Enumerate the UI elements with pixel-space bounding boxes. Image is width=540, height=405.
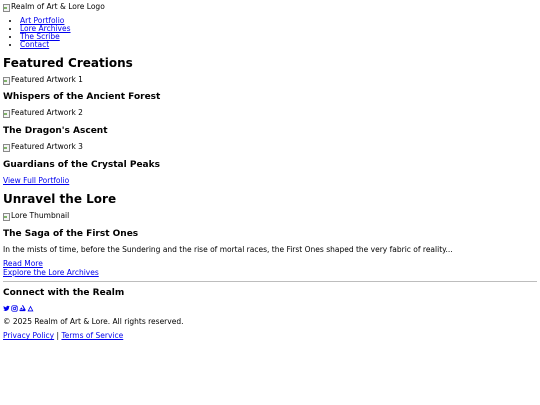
featured-item: Featured Artwork 1 Whispers of the Ancie…	[3, 74, 537, 104]
lore-excerpt: In the mists of time, before the Sunderi…	[3, 244, 453, 254]
nav-item-lore-archives: Lore Archives	[20, 24, 537, 33]
main-nav: Art Portfolio Lore Archives The Scribe C…	[3, 16, 537, 49]
lore-thumbnail: Lore Thumbnail	[3, 211, 70, 222]
social-icons	[3, 305, 537, 313]
nav-item-contact: Contact	[20, 40, 537, 49]
featured-artwork-alt-text: Featured Artwork 3	[11, 142, 83, 152]
lore-title: The Saga of the First Ones	[3, 228, 139, 239]
featured-artwork-title: Whispers of the Ancient Forest	[3, 92, 161, 103]
twitter-icon[interactable]	[3, 305, 10, 312]
privacy-policy-link[interactable]: Privacy Policy	[3, 331, 54, 340]
featured-artwork-image[interactable]: Featured Artwork 3	[3, 142, 83, 152]
site-logo-alt-text: Realm of Art & Lore Logo	[11, 2, 105, 12]
artstation-icon[interactable]	[19, 305, 26, 312]
broken-image-icon	[3, 143, 10, 152]
featured-section: Featured Creations Featured Artwork 1 Wh…	[3, 56, 537, 186]
footer-heading: Connect with the Realm	[3, 287, 125, 298]
nav-link-contact[interactable]: Contact	[20, 40, 49, 49]
featured-heading: Featured Creations	[3, 55, 133, 70]
site-header: Realm of Art & Lore Logo Art Portfolio L…	[3, 3, 537, 49]
site-logo: Realm of Art & Lore Logo	[3, 3, 105, 12]
explore-lore-archives-link[interactable]: Explore the Lore Archives	[3, 268, 537, 278]
copyright-text: © 2025 Realm of Art & Lore. All rights r…	[3, 316, 184, 326]
terms-of-service-link[interactable]: Terms of Service	[61, 331, 123, 340]
broken-image-icon	[3, 4, 10, 12]
featured-item: Featured Artwork 3 Guardians of the Crys…	[3, 142, 537, 171]
featured-artwork-title: Guardians of the Crystal Peaks	[3, 159, 160, 170]
nav-list: Art Portfolio Lore Archives The Scribe C…	[3, 16, 537, 49]
featured-item: Featured Artwork 2 The Dragon's Ascent	[3, 109, 537, 137]
featured-artwork-alt-text: Featured Artwork 2	[11, 108, 83, 118]
nav-item-art-portfolio: Art Portfolio	[20, 16, 537, 25]
featured-artwork-alt-text: Featured Artwork 1	[11, 74, 83, 84]
featured-artwork-image[interactable]: Featured Artwork 1	[3, 74, 83, 85]
site-footer: Connect with the Realm © 2025 Realm of A…	[3, 288, 537, 341]
broken-image-icon	[3, 110, 10, 119]
deviantart-icon[interactable]	[27, 305, 34, 312]
lore-heading: Unravel the Lore	[3, 192, 117, 207]
nav-item-the-scribe: The Scribe	[20, 32, 537, 41]
view-portfolio-link[interactable]: View Full Portfolio	[3, 176, 69, 185]
lore-thumbnail-alt-text: Lore Thumbnail	[11, 211, 70, 221]
featured-artwork-image[interactable]: Featured Artwork 2	[3, 108, 83, 119]
broken-image-icon	[3, 213, 10, 222]
legal-links: Privacy Policy | Terms of Service	[3, 331, 537, 341]
footer-divider	[3, 280, 537, 282]
instagram-icon[interactable]	[11, 305, 18, 312]
legal-separator: |	[56, 331, 60, 341]
featured-artwork-title: The Dragon's Ascent	[3, 125, 108, 136]
broken-image-icon	[3, 76, 10, 85]
lore-section: Unravel the Lore Lore Thumbnail The Saga…	[3, 192, 537, 278]
